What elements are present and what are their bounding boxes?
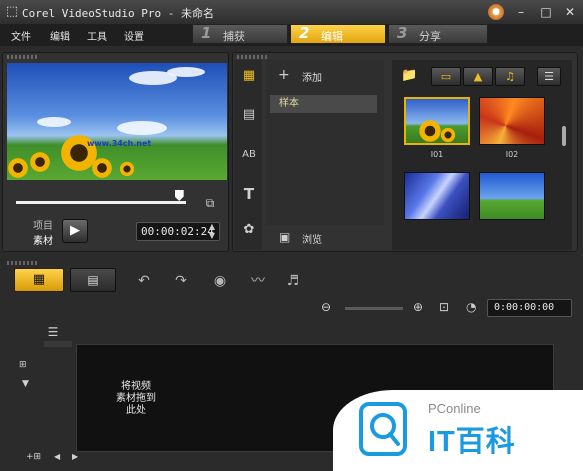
filter-icon[interactable]: ✿ — [238, 220, 260, 240]
track-chapter-icon[interactable]: ⊞ — [19, 360, 27, 370]
browse-label[interactable]: 浏览 — [302, 231, 322, 246]
maximize-icon[interactable]: □ — [538, 4, 554, 20]
track-dropdown-icon[interactable]: ▼ — [22, 379, 29, 389]
folder-icon[interactable]: 📁 — [401, 68, 417, 83]
video-watermark-text: www.34ch.net — [87, 139, 152, 148]
add-label[interactable]: 添加 — [302, 69, 322, 84]
library-folder-item[interactable]: 样本 — [270, 95, 377, 113]
thumbnail-i01[interactable] — [404, 97, 470, 145]
auto-music-icon[interactable]: ♬ — [283, 272, 303, 290]
photo-icon: ▲ — [473, 70, 483, 83]
text-icon[interactable]: T — [238, 184, 260, 204]
step-label: 分享 — [419, 30, 441, 43]
step-edit[interactable]: 2 编辑 — [290, 24, 386, 44]
undo-icon[interactable]: ↶ — [134, 272, 154, 290]
clock-icon: ◔ — [466, 300, 477, 314]
redo-icon[interactable]: ↷ — [171, 272, 191, 290]
list-icon: ☰ — [544, 70, 554, 83]
step-capture[interactable]: 1 捕获 — [192, 24, 288, 44]
step-number: 2 — [299, 24, 310, 42]
timeline-timecode[interactable]: 0:00:00:00 — [487, 299, 572, 317]
scroll-right-icon[interactable]: ▶ — [72, 452, 78, 461]
mode-clip-label[interactable]: 素材 — [33, 232, 53, 247]
track-manager-icon[interactable]: ☰ — [43, 325, 63, 339]
thumbnail-label: I01 — [430, 150, 444, 159]
menu-settings[interactable]: 设置 — [124, 28, 144, 43]
film-strip-icon: ▦ — [32, 272, 46, 287]
zoom-in-icon[interactable]: ⊕ — [413, 300, 423, 314]
watermark-brand: IT百科 — [428, 426, 516, 458]
show-video-button[interactable]: ▭ — [431, 67, 461, 86]
step-share[interactable]: 3 分享 — [388, 24, 488, 44]
panel-grip[interactable] — [7, 261, 37, 265]
browse-icon[interactable]: ▣ — [279, 230, 290, 244]
show-audio-button[interactable]: ♫ — [495, 67, 525, 86]
minimize-icon[interactable]: – — [513, 4, 529, 20]
step-number: 3 — [397, 24, 408, 42]
show-photo-button[interactable]: ▲ — [463, 67, 493, 86]
track-header-strip — [44, 341, 72, 347]
sound-mixer-icon[interactable]: 〰 — [248, 272, 268, 290]
menu-file[interactable]: 文件 — [11, 28, 31, 43]
record-capture-icon[interactable]: ◉ — [210, 272, 230, 290]
scroll-left-icon[interactable]: ◀ — [54, 452, 60, 461]
enlarge-icon[interactable]: ⧉ — [202, 196, 218, 211]
step-label: 捕获 — [223, 30, 245, 43]
thumbnail-i03[interactable] — [404, 172, 470, 220]
storyboard-view-button[interactable]: ▦ — [14, 268, 64, 292]
media-icon[interactable]: ▦ — [238, 66, 260, 86]
step-label: 编辑 — [321, 30, 343, 43]
play-button[interactable]: ▶ — [62, 219, 88, 243]
film-icon: ▭ — [440, 70, 452, 83]
mode-project-label[interactable]: 项目 — [33, 217, 53, 232]
corel-logo-icon[interactable]: ● — [488, 4, 504, 20]
menu-edit[interactable]: 编辑 — [50, 28, 70, 43]
thumbnail-label: I02 — [505, 150, 519, 159]
timeline-icon: ▤ — [87, 273, 99, 287]
panel-grip[interactable] — [237, 55, 267, 59]
library-folder-list — [266, 60, 384, 225]
timeline-view-button[interactable]: ▤ — [70, 268, 116, 292]
watermark-site: PConline — [428, 401, 481, 416]
pconline-logo-icon — [359, 402, 407, 456]
scrubber-track[interactable] — [16, 201, 186, 204]
drop-hint: 将视频 素材拖到 此处 — [116, 381, 156, 416]
add-track-icon[interactable]: +⊞ — [26, 452, 41, 462]
zoom-slider[interactable] — [345, 307, 403, 310]
close-icon[interactable]: ✕ — [562, 4, 578, 20]
step-number: 1 — [201, 24, 212, 42]
zoom-out-icon[interactable]: ⊖ — [321, 300, 331, 314]
app-icon: ⬚ — [5, 4, 19, 19]
music-icon: ♫ — [505, 70, 515, 83]
fit-project-icon[interactable]: ⊡ — [439, 300, 449, 314]
panel-grip[interactable] — [7, 55, 37, 59]
timecode-stepper-icon[interactable]: ▲ ▼ — [206, 222, 218, 240]
add-icon[interactable]: + — [278, 67, 290, 83]
thumbnail-i04[interactable] — [479, 172, 545, 220]
menu-tools[interactable]: 工具 — [87, 28, 107, 43]
thumbnail-i02[interactable] — [479, 97, 545, 145]
preview-screen: www.34ch.net — [7, 63, 227, 180]
window-title: Corel VideoStudio Pro - 未命名 — [22, 7, 214, 20]
title-icon[interactable]: AB — [238, 145, 260, 165]
transition-icon[interactable]: ▤ — [238, 105, 260, 125]
list-view-button[interactable]: ☰ — [537, 67, 561, 86]
library-scrollbar[interactable] — [562, 126, 566, 146]
